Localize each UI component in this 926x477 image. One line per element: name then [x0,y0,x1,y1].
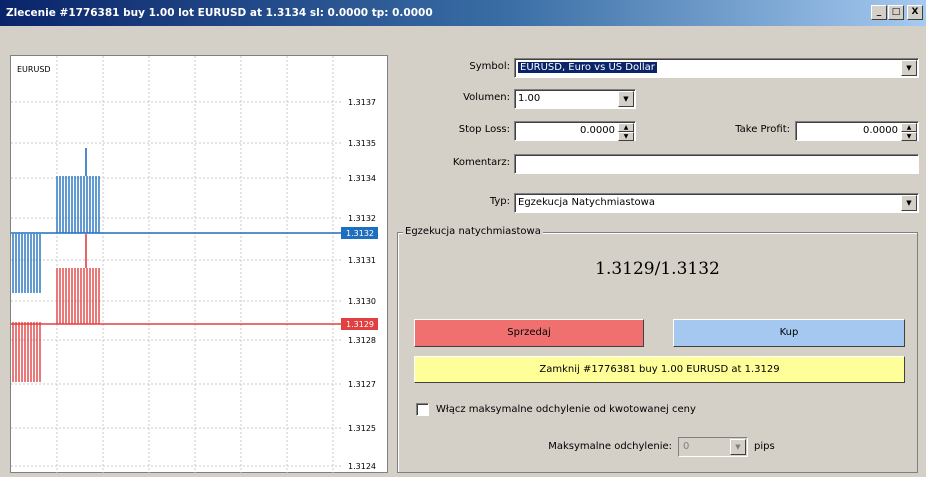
sell-button[interactable]: Sprzedaj [414,319,644,347]
comment-input[interactable] [514,154,919,174]
price-tick-label: 1.3131 [348,256,376,265]
type-select[interactable]: Egzekucja Natychmiastowa ▼ [514,193,919,213]
take-profit-spinner[interactable]: ▲ ▼ [901,123,917,141]
bid-marker: 1.3129 [346,320,374,329]
chevron-down-icon[interactable]: ▼ [730,439,746,455]
close-order-button[interactable]: Zamknij #1776381 buy 1.00 EURUSD at 1.31… [414,356,905,383]
maximize-button[interactable]: □ [888,5,904,20]
deviation-label: Maksymalne odchylenie: [548,441,672,452]
deviation-value: 0 [683,441,690,452]
price-tick-label: 1.3130 [348,297,376,306]
take-profit-input[interactable]: 0.0000 ▲ ▼ [795,121,919,141]
take-profit-value: 0.0000 [863,125,898,136]
symbol-label: Symbol: [469,61,510,72]
deviation-checkbox[interactable] [416,403,429,416]
buy-button[interactable]: Kup [673,319,905,347]
chart-symbol: EURUSD [17,65,51,74]
deviation-unit: pips [754,441,775,452]
stop-loss-input[interactable]: 0.0000 ▲ ▼ [514,121,636,141]
spin-up-icon[interactable]: ▲ [618,123,634,132]
volume-label: Volumen: [463,92,510,103]
price-tick-label: 1.3135 [348,139,376,148]
chevron-down-icon[interactable]: ▼ [901,195,917,211]
price-axis: 1.3137 1.3135 1.3134 1.3132 1.3131 1.3130 1.31… [348,98,376,471]
close-button[interactable]: X [907,5,923,20]
spin-down-icon[interactable]: ▼ [618,132,634,141]
symbol-select[interactable]: EURUSD, Euro vs US Dollar ▼ [514,58,919,78]
execution-group-title: Egzekucja natychmiastowa [403,226,543,237]
price-tick-label: 1.3132 [348,214,376,223]
price-tick-label: 1.3127 [348,380,376,389]
window-titlebar: Zlecenie #1776381 buy 1.00 lot EURUSD at… [0,0,926,26]
tick-chart: 1.3132 1.3129 EURUSD 1.3137 1.3135 1.3134 1… [10,55,388,474]
stop-loss-value: 0.0000 [580,125,615,136]
take-profit-label: Take Profit: [735,124,790,135]
spin-down-icon[interactable]: ▼ [901,132,917,141]
price-tick-label: 1.3128 [348,336,376,345]
symbol-value: EURUSD, Euro vs US Dollar [518,62,657,73]
volume-value: 1.00 [518,93,541,104]
price-tick-label: 1.3125 [348,424,376,433]
price-quote: 1.3129/1.3132 [595,259,720,279]
price-tick-label: 1.3124 [348,462,376,471]
tick-chart-canvas: 1.3132 1.3129 EURUSD 1.31371.31351.31341… [11,56,378,474]
stop-loss-spinner[interactable]: ▲ ▼ [618,123,634,141]
window-title: Zlecenie #1776381 buy 1.00 lot EURUSD at… [6,7,433,19]
deviation-select[interactable]: 0 ▼ [678,437,748,457]
deviation-checkbox-label[interactable]: Włącz maksymalne odchylenie od kwotowane… [436,404,696,415]
chevron-down-icon[interactable]: ▼ [618,91,634,107]
price-tick-label: 1.3134 [348,174,376,183]
chart-grid [11,56,343,474]
type-value: Egzekucja Natychmiastowa [518,197,655,208]
chevron-down-icon[interactable]: ▼ [901,60,917,76]
spin-up-icon[interactable]: ▲ [901,123,917,132]
minimize-button[interactable]: _ [871,5,887,20]
chart-ticks [12,148,100,382]
price-tick-label: 1.3137 [348,98,376,107]
type-label: Typ: [489,196,510,207]
ask-marker: 1.3132 [346,229,374,238]
volume-select[interactable]: 1.00 ▼ [514,89,636,109]
window-controls: _ □ X [871,5,923,20]
comment-label: Komentarz: [452,157,510,168]
stop-loss-label: Stop Loss: [458,124,510,135]
